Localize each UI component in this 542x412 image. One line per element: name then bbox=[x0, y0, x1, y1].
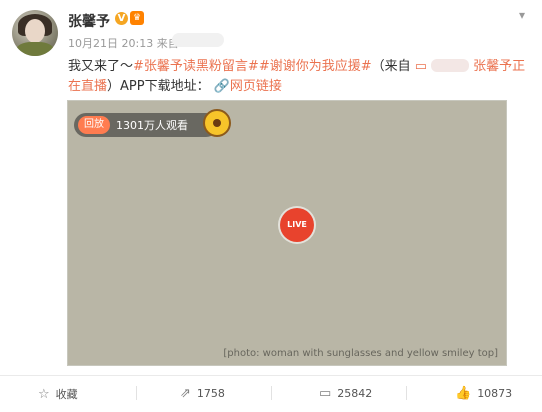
web-link[interactable]: 网页链接 bbox=[230, 79, 282, 94]
replay-badge: 回放 bbox=[78, 116, 110, 134]
post-text-2: ）APP下载地址： bbox=[107, 79, 210, 94]
paren-open: （来自 bbox=[371, 59, 411, 74]
live-video-thumbnail[interactable]: [photo: woman with sunglasses and yellow… bbox=[67, 100, 507, 366]
username[interactable]: 张馨予 bbox=[68, 11, 110, 31]
comment-button[interactable]: ▭ 25842 bbox=[319, 386, 372, 401]
like-count: 10873 bbox=[477, 387, 513, 400]
divider bbox=[136, 386, 137, 400]
avatar[interactable] bbox=[12, 10, 58, 56]
star-icon: ☆ bbox=[38, 386, 50, 402]
comment-count: 25842 bbox=[337, 387, 373, 400]
viewer-pill: 回放 1301万人观看 bbox=[74, 113, 218, 137]
divider bbox=[406, 386, 407, 400]
live-room-icon[interactable]: ▭ bbox=[415, 59, 427, 74]
repost-button[interactable]: ⇗ 1758 bbox=[180, 386, 225, 401]
avatar-face bbox=[25, 19, 45, 43]
like-button[interactable]: 👍 10873 bbox=[455, 386, 512, 401]
hashtag-2[interactable]: #谢谢你为我应援# bbox=[259, 59, 372, 74]
action-bar: ☆ 收藏 ⇗ 1758 ▭ 25842 👍 10873 bbox=[0, 375, 542, 412]
link-icon[interactable]: 🔗 bbox=[214, 79, 230, 94]
avatar-body bbox=[16, 42, 54, 56]
post-meta: 10月21日 20:13 来自 bbox=[68, 35, 179, 51]
hashtag-1[interactable]: #张馨予读黑粉留言# bbox=[133, 59, 259, 74]
favorite-button[interactable]: ☆ 收藏 bbox=[38, 386, 78, 402]
photo-placeholder-label: [photo: woman with sunglasses and yellow… bbox=[223, 348, 498, 359]
share-icon: ⇗ bbox=[180, 386, 191, 401]
sunflower-icon bbox=[203, 109, 231, 137]
chevron-down-icon[interactable]: ▾ bbox=[519, 8, 525, 22]
post-text-1: 我又来了～ bbox=[68, 59, 134, 74]
divider bbox=[271, 386, 272, 400]
v-badge-icon: V bbox=[115, 12, 128, 25]
blurred-source bbox=[172, 33, 224, 47]
thumbs-up-icon: 👍 bbox=[455, 386, 472, 401]
post-time[interactable]: 10月21日 20:13 bbox=[68, 37, 153, 50]
blurred-name bbox=[431, 59, 470, 72]
repost-count: 1758 bbox=[196, 387, 225, 400]
comment-icon: ▭ bbox=[319, 386, 332, 401]
favorite-label: 收藏 bbox=[55, 388, 78, 401]
post-text: 我又来了～#张馨予读黑粉留言##谢谢你为我应援#（来自 ▭ 张馨予正在直播）APP… bbox=[68, 57, 528, 97]
viewer-count: 1301万人观看 bbox=[116, 119, 188, 132]
live-play-button[interactable]: LIVE bbox=[280, 208, 314, 242]
vip-icon: ♛ bbox=[130, 11, 144, 25]
